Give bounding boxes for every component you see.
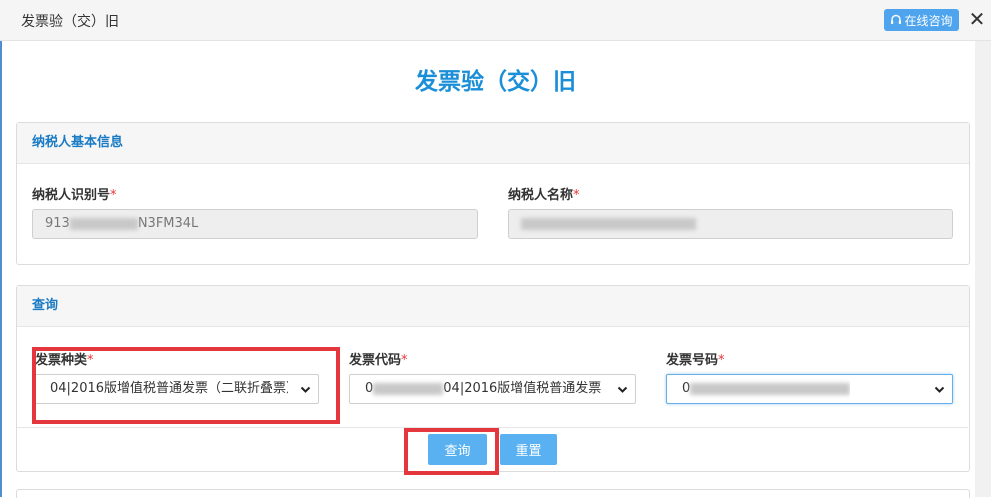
chevron-down-icon	[934, 386, 945, 393]
required-mark: *	[573, 188, 580, 203]
dialog-title: 发票验（交）旧	[21, 14, 119, 30]
required-mark: *	[401, 353, 408, 368]
query-panel-title: 查询	[17, 286, 969, 327]
taxpayer-id-label: 纳税人识别号*	[32, 188, 117, 203]
page-title: 发票验（交）旧	[415, 69, 576, 95]
close-icon[interactable]: ✕	[967, 8, 987, 30]
invoice-code-select[interactable]: 0 04|2016版增值税普通发票	[349, 374, 636, 404]
redacted-area	[690, 382, 851, 395]
online-consult-button[interactable]: 在线咨询	[884, 9, 959, 31]
reset-button[interactable]: 重置	[500, 434, 557, 465]
redacted-area	[69, 217, 138, 230]
taxpayer-info-panel: 纳税人基本信息	[16, 122, 970, 265]
invoice-type-highlight-box	[32, 347, 340, 424]
scrollbar[interactable]	[975, 41, 991, 497]
redacted-area	[373, 382, 444, 395]
headset-icon	[891, 14, 902, 24]
taxpayer-info-title: 纳税人基本信息	[17, 123, 969, 164]
taxpayer-name-label: 纳税人名称*	[508, 188, 580, 203]
redacted-area	[521, 217, 696, 230]
required-mark: *	[718, 353, 725, 368]
dialog-titlebar: 发票验（交）旧 在线咨询 ✕	[0, 0, 991, 41]
required-mark: *	[110, 188, 117, 203]
chevron-down-icon	[617, 386, 628, 393]
invoice-number-select[interactable]: 0	[666, 374, 953, 404]
taxpayer-id-field: 913 N3FM34L	[32, 209, 478, 239]
invoice-code-label: 发票代码*	[349, 353, 408, 368]
taxpayer-name-field	[508, 209, 953, 239]
online-consult-label: 在线咨询	[904, 13, 953, 28]
invoice-number-label: 发票号码*	[666, 353, 725, 368]
query-button-highlight-box	[404, 428, 499, 475]
left-edge-strip	[0, 41, 2, 497]
